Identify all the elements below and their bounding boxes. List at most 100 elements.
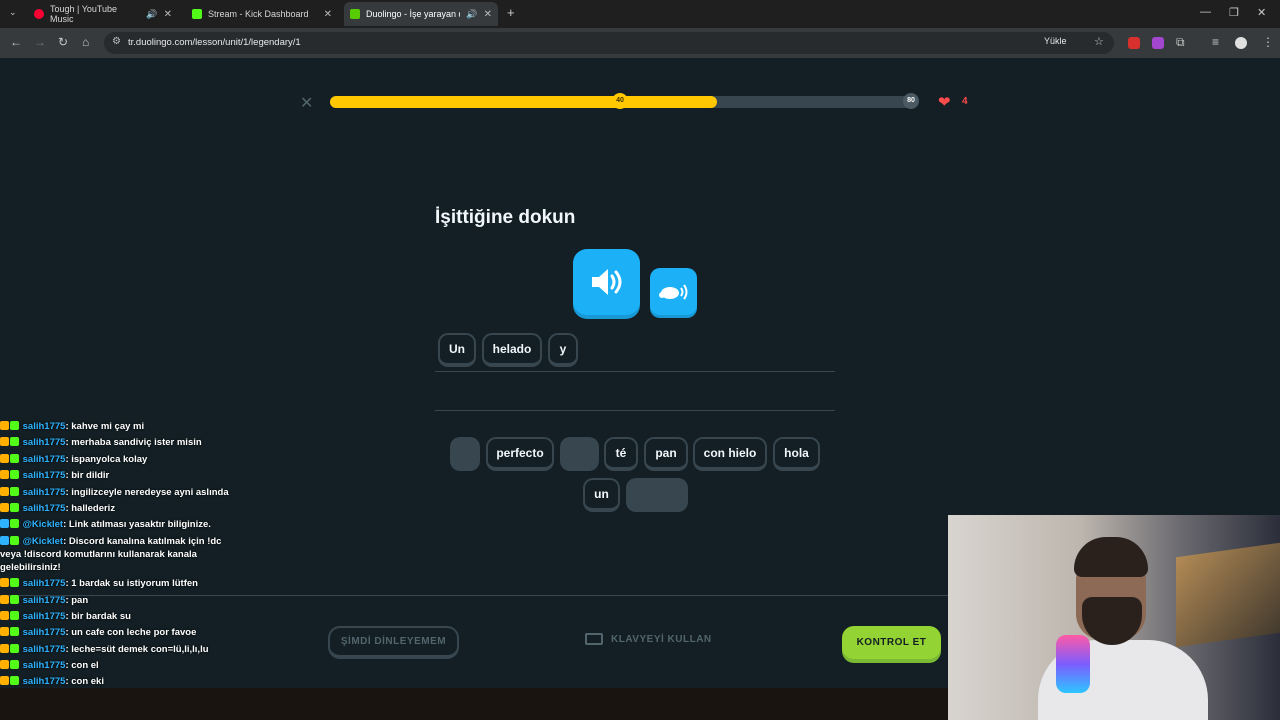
word-bank-chip[interactable]: perfecto (486, 437, 554, 471)
browser-tab-bar: ⌄ Tough | YouTube Music 🔊 ✕ Stream - Kic… (0, 0, 1280, 28)
word-bank-chip[interactable]: hola (773, 437, 820, 471)
chat-username[interactable]: @Kicklet (23, 519, 63, 530)
chat-username[interactable]: salih1775 (23, 627, 66, 638)
chat-message: salih1775: con eki (0, 675, 230, 688)
forward-icon[interactable]: → (34, 35, 46, 49)
word-bank-slot-empty (450, 437, 480, 471)
answer-chip[interactable]: y (548, 333, 578, 367)
chat-text: kahve mi çay mi (71, 421, 145, 432)
chat-badge-icon (0, 470, 9, 480)
back-icon[interactable]: ← (10, 35, 22, 49)
chat-badge-icon (0, 535, 9, 545)
tab-kick-dashboard[interactable]: Stream - Kick Dashboard ✕ (186, 4, 338, 24)
cant-listen-button[interactable]: ŞİMDİ DİNLEYEMEM (328, 626, 459, 659)
challenge-prompt: İşittiğine dokun (435, 207, 576, 228)
restore-icon[interactable]: ❐ (1229, 6, 1239, 19)
chat-username[interactable]: salih1775 (23, 644, 66, 655)
chat-badge-icon (0, 453, 9, 463)
lesson-progress-bar: 40 80 (330, 93, 919, 109)
play-audio-button[interactable] (573, 249, 640, 315)
extensions-puzzle-icon[interactable]: ⧉ (1176, 35, 1185, 50)
word-bank-slot-empty (626, 478, 688, 512)
chat-badge-icon (10, 594, 19, 604)
chat-username[interactable]: salih1775 (23, 421, 66, 432)
chat-badge-icon (10, 535, 19, 545)
chat-text: pan (71, 594, 89, 606)
close-icon[interactable]: ✕ (324, 9, 332, 20)
speaker-icon[interactable]: 🔊 (146, 9, 157, 20)
tab-youtube-music[interactable]: Tough | YouTube Music 🔊 ✕ (28, 4, 178, 24)
close-icon[interactable]: ✕ (164, 9, 172, 20)
speaker-icon[interactable]: 🔊 (466, 9, 477, 20)
extension-icon[interactable] (1152, 37, 1164, 49)
chat-username[interactable]: salih1775 (23, 660, 66, 671)
chat-username[interactable]: salih1775 (23, 437, 66, 448)
webcam-feed (948, 515, 1280, 720)
answer-chip[interactable]: helado (482, 333, 542, 367)
home-icon[interactable]: ⌂ (82, 35, 89, 49)
chat-badge-icon (0, 502, 9, 512)
chat-badge-icon (10, 643, 19, 653)
chat-message: @Kicklet: Link atılması yasaktır biligin… (0, 518, 230, 531)
chat-username[interactable]: salih1775 (23, 454, 66, 465)
chat-badge-icon (0, 676, 9, 686)
heart-icon[interactable]: ❤ (938, 93, 951, 111)
use-keyboard-button[interactable]: KLAVYEYİ KULLAN (585, 633, 712, 645)
word-bank-chip[interactable]: con hielo (693, 437, 767, 471)
turtle-icon (658, 283, 687, 300)
chat-badge-icon (10, 453, 19, 463)
chat-badge-icon (0, 578, 9, 588)
site-info-icon[interactable]: ⚙ (112, 36, 121, 47)
bookmark-star-icon[interactable]: ☆ (1094, 35, 1104, 48)
chat-username[interactable]: salih1775 (23, 676, 66, 687)
chat-username[interactable]: @Kicklet (23, 536, 63, 547)
speaker-icon (591, 269, 621, 295)
extension-icon[interactable] (1128, 37, 1140, 49)
chat-badge-icon (10, 470, 19, 480)
tab-duolingo[interactable]: Duolingo - İşe yarayan dert 🔊 ✕ (344, 2, 498, 26)
reload-icon[interactable]: ↻ (58, 35, 68, 49)
chat-username[interactable]: salih1775 (23, 595, 66, 606)
play-slow-audio-button[interactable] (650, 268, 697, 315)
window-close-icon[interactable]: ✕ (1257, 6, 1266, 19)
progress-fill (330, 96, 717, 108)
stream-chat-overlay: salih1775: kahve mi çay mi salih1775: me… (0, 420, 230, 692)
close-icon[interactable]: ✕ (484, 9, 492, 20)
chat-username[interactable]: salih1775 (23, 503, 66, 514)
use-keyboard-label: KLAVYEYİ KULLAN (611, 633, 712, 645)
close-lesson-icon[interactable]: ✕ (300, 93, 313, 113)
chat-text: merhaba sandiviç ister misin (71, 437, 202, 449)
media-control-icon[interactable]: ≡ (1212, 35, 1219, 49)
minimize-icon[interactable]: — (1200, 6, 1211, 18)
chat-message: salih1775: bir dildir (0, 469, 230, 482)
chat-username[interactable]: salih1775 (23, 578, 66, 589)
chat-badge-icon (0, 421, 9, 430)
address-bar[interactable]: ⚙ tr.duolingo.com/lesson/unit/1/legendar… (104, 32, 1114, 54)
chat-username[interactable]: salih1775 (23, 487, 66, 498)
chat-username[interactable]: salih1775 (23, 611, 66, 622)
chat-badge-icon (10, 421, 19, 430)
chat-text: Link atılması yasaktır biliginize. (68, 519, 211, 531)
chat-badge-icon (0, 627, 9, 637)
browser-menu-icon[interactable]: ⋮ (1262, 35, 1274, 49)
word-bank-chip[interactable]: un (583, 478, 620, 512)
install-button[interactable]: Yükle (1044, 36, 1067, 46)
chat-text: ingilizceyle neredeyse ayni aslında (71, 486, 229, 498)
chat-message: salih1775: merhaba sandiviç ister misin (0, 436, 230, 449)
chat-badge-icon (10, 437, 19, 447)
word-bank-slot-empty (560, 437, 599, 471)
chat-badge-icon (0, 643, 9, 653)
tab-search-chevron-icon[interactable]: ⌄ (9, 7, 17, 18)
chat-badge-icon (10, 486, 19, 496)
chat-username[interactable]: salih1775 (23, 470, 66, 481)
check-button[interactable]: KONTROL ET (842, 626, 941, 659)
chat-badge-icon (10, 519, 19, 529)
answer-chip[interactable]: Un (438, 333, 476, 367)
chat-badge-icon (0, 486, 9, 496)
word-bank-chip[interactable]: té (604, 437, 638, 471)
stream-overlay-strip (0, 688, 948, 720)
new-tab-button[interactable]: + (507, 5, 515, 20)
answer-line (435, 371, 835, 372)
profile-avatar[interactable] (1235, 37, 1247, 49)
word-bank-chip[interactable]: pan (644, 437, 688, 471)
